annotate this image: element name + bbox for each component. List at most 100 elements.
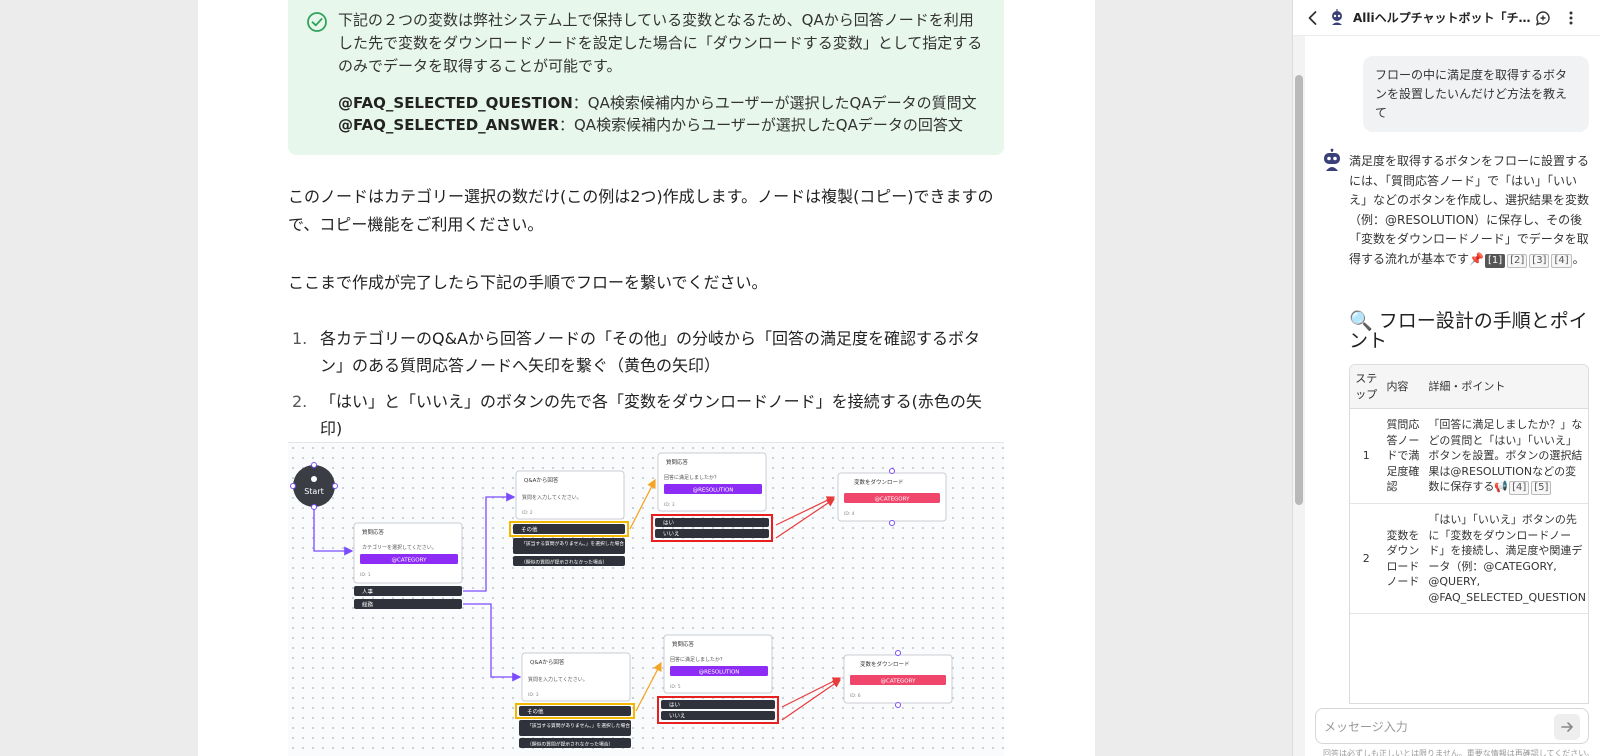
node-prompt: 質問を入力してください。 <box>528 676 588 683</box>
node-option: その他 <box>527 708 544 716</box>
download-variable-node: 変数をダウンロード @CATEGORY ID: 6 <box>843 650 953 708</box>
node-variable: @CATEGORY <box>392 558 428 564</box>
satisfaction-question-node: 質問応答 回答に満足しましたか？ @RESOLUTION ID: 3 はい いい… <box>651 452 773 542</box>
citation-link[interactable]: [1] <box>1484 253 1506 268</box>
message-input[interactable] <box>1324 717 1544 737</box>
citation-link[interactable]: [3] <box>1529 253 1550 268</box>
node-option: その他 <box>521 526 538 534</box>
node-id: ID: 2 <box>522 510 533 516</box>
check-circle-icon <box>307 12 327 32</box>
bot-message-text: 満足度を取得するボタンをフローに設置するには、「質問応答ノード」で「はい」「いい… <box>1349 154 1590 266</box>
start-node: Start <box>290 462 338 510</box>
citation-link[interactable]: [2] <box>1507 253 1528 268</box>
node-option: 総務 <box>362 601 374 609</box>
message-input-box <box>1315 708 1589 744</box>
table-cell-detail: 「回答に満足しましたか？」などの質問と「はい」「いいえ」ボタンを設置。ボタンの選… <box>1424 408 1588 504</box>
step-text: 各カテゴリーのQ&Aから回答ノードの「その他」の分岐から「回答の満足度を確認する… <box>320 329 981 375</box>
node-option: （類似の質問が提示されなかった場合） <box>521 559 607 566</box>
start-label: Start <box>304 487 324 496</box>
node-variable: @RESOLUTION <box>693 488 734 494</box>
table-row: 1 質問応答ノードで満足度確認 「回答に満足しましたか？」などの質問と「はい」「… <box>1350 408 1588 504</box>
node-id: ID: 4 <box>844 511 855 517</box>
node-title: 変数をダウンロード <box>860 660 910 668</box>
node-option: いいえ <box>663 531 680 538</box>
node-variable: @CATEGORY <box>881 679 917 685</box>
node-prompt: カテゴリーを選択してください。 <box>362 544 437 551</box>
info-note: 下記の２つの変数は弊社システム上で保持している変数となるため、QAから回答ノード… <box>288 0 1004 155</box>
table-cell-detail: 「はい」「いいえ」ボタンの先に「変数をダウンロードノード」を接続し、満足度や関連… <box>1424 503 1588 614</box>
node-title: 質問応答 <box>362 528 385 536</box>
magnifier-icon: 🔍 <box>1349 310 1373 332</box>
download-variable-node: 変数をダウンロード @CATEGORY ID: 4 <box>837 468 947 526</box>
node-id: ID: 3 <box>664 502 675 508</box>
section-title-text: フロー設計の手順とポイント <box>1349 310 1588 352</box>
bot-section-heading: 🔍 フロー設計の手順とポイント <box>1349 311 1589 351</box>
citation-link[interactable]: [4] <box>1551 253 1572 268</box>
table-header: ステップ <box>1350 365 1383 409</box>
node-variable: @RESOLUTION <box>699 670 740 676</box>
variable-name: @FAQ_SELECTED_QUESTION <box>338 94 573 112</box>
node-id: ID: 5 <box>670 684 681 690</box>
node-option: （類似の質問が提示されなかった場合） <box>527 741 613 748</box>
node-prompt: 回答に満足しましたか？ <box>670 656 725 663</box>
node-prompt: 質問を入力してください。 <box>522 494 582 501</box>
node-option: 「該当する質問がありません。」を選択した場合 <box>521 540 624 547</box>
satisfaction-question-node: 質問応答 回答に満足しましたか？ @RESOLUTION ID: 5 はい いい… <box>657 634 779 724</box>
table-header-row: ステップ 内容 詳細・ポイント <box>1350 365 1588 409</box>
table-row: 2 変数をダウンロードノード 「はい」「いいえ」ボタンの先に「変数をダウンロード… <box>1350 503 1588 614</box>
steps-table: ステップ 内容 詳細・ポイント 1 質問応答ノードで満足度確認 「回答に満足しま… <box>1349 364 1589 704</box>
paragraph-connect-flow: ここまで作成が完了したら下記の手順でフローを繋いでください。 <box>288 273 768 292</box>
chevron-left-icon[interactable] <box>1303 8 1323 28</box>
table-cell-step: 2 <box>1350 503 1383 614</box>
node-option: はい <box>669 702 681 709</box>
variable-name: @FAQ_SELECTED_ANSWER <box>338 116 559 134</box>
variable-desc: ：QA検索候補内からユーザーが選択したQAデータの質問文 <box>572 94 977 112</box>
chat-title: Alliヘルプチャットボット「チ… <box>1353 11 1531 25</box>
table-header: 詳細・ポイント <box>1424 365 1588 409</box>
qa-answer-node: Q&Aから回答 質問を入力してください。 ID: 3 その他 「該当する質問があ… <box>515 652 635 748</box>
chat-scrollbar-thumb[interactable] <box>1295 75 1303 505</box>
bot-logo-icon <box>1332 9 1342 25</box>
node-option: いいえ <box>669 713 686 720</box>
node-id: ID: 3 <box>528 692 539 698</box>
user-message: フローの中に満足度を取得するボタンを設置したいんだけど方法を教えて <box>1363 56 1589 132</box>
note-variable-question: @FAQ_SELECTED_QUESTION：QA検索候補内からユーザーが選択し… <box>338 92 988 114</box>
node-id: ID: 6 <box>850 693 861 699</box>
chat-header: Alliヘルプチャットボット「チ… <box>1293 0 1600 36</box>
disclaimer-text: 回答は必ずしも正しいとは限りません。重要な情報は再確認してください。 <box>1323 749 1593 756</box>
node-variable: @CATEGORY <box>875 497 911 503</box>
note-text: 下記の２つの変数は弊社システム上で保持している変数となるため、QAから回答ノード… <box>338 11 983 75</box>
node-title: 変数をダウンロード <box>854 478 904 486</box>
step-number: 1. <box>292 329 308 348</box>
new-chat-icon[interactable] <box>1533 8 1553 28</box>
question-node-category: 質問応答 カテゴリーを選択してください。 @CATEGORY ID: 1 人事 … <box>353 522 463 609</box>
paragraph-node-copy: このノードはカテゴリー選択の数だけ(この例は2つ)作成します。ノードは複製(コピ… <box>288 187 994 234</box>
article-pane: 下記の２つの変数は弊社システム上で保持している変数となるため、QAから回答ノード… <box>198 0 1095 756</box>
node-title: 質問応答 <box>672 640 695 648</box>
chatbot-panel: Alliヘルプチャットボット「チ… フローの中に満足度を取得するボタンを設置した… <box>1292 0 1600 756</box>
node-title: 質問応答 <box>666 458 689 466</box>
node-id: ID: 1 <box>360 572 371 578</box>
node-option: はい <box>663 520 675 527</box>
more-vertical-icon[interactable] <box>1561 8 1581 28</box>
chat-scrollbar[interactable] <box>1293 0 1305 756</box>
node-option: 人事 <box>362 588 374 596</box>
node-title: Q&Aから回答 <box>530 658 565 666</box>
bot-avatar-icon <box>1324 148 1340 171</box>
table-cell-content: 質問応答ノードで満足度確認 <box>1382 408 1425 504</box>
step-text: 「はい」と「いいえ」のボタンの先で各「変数をダウンロードノード」を接続する(赤色… <box>320 392 982 438</box>
variable-desc: ：QA検索候補内からユーザーが選択したQAデータの回答文 <box>559 116 963 134</box>
bot-message: 満足度を取得するボタンをフローに設置するには、「質問応答ノード」で「はい」「いい… <box>1349 154 1590 268</box>
detail-text: 「回答に満足しましたか？」などの質問と「はい」「いいえ」ボタンを設置。ボタンの選… <box>1428 418 1583 493</box>
node-option: 「該当する質問がありません。」を選択した場合 <box>527 722 630 729</box>
table-cell-content: 変数をダウンロードノード <box>1382 503 1425 614</box>
table-cell-step: 1 <box>1350 408 1383 504</box>
node-title: Q&Aから回答 <box>524 476 559 484</box>
send-button[interactable] <box>1554 714 1580 740</box>
node-prompt: 回答に満足しましたか？ <box>664 474 719 481</box>
citation-link[interactable]: [5] <box>1531 481 1552 495</box>
qa-answer-node: Q&Aから回答 質問を入力してください。 ID: 2 その他 「該当する質問があ… <box>509 470 629 566</box>
citation-link[interactable]: [4] <box>1509 481 1530 495</box>
arrow-right-icon <box>1561 722 1573 732</box>
flow-diagram-image: Start 質問応答 カテゴリーを選択してください。 @CATEGORY ID:… <box>288 442 1004 756</box>
